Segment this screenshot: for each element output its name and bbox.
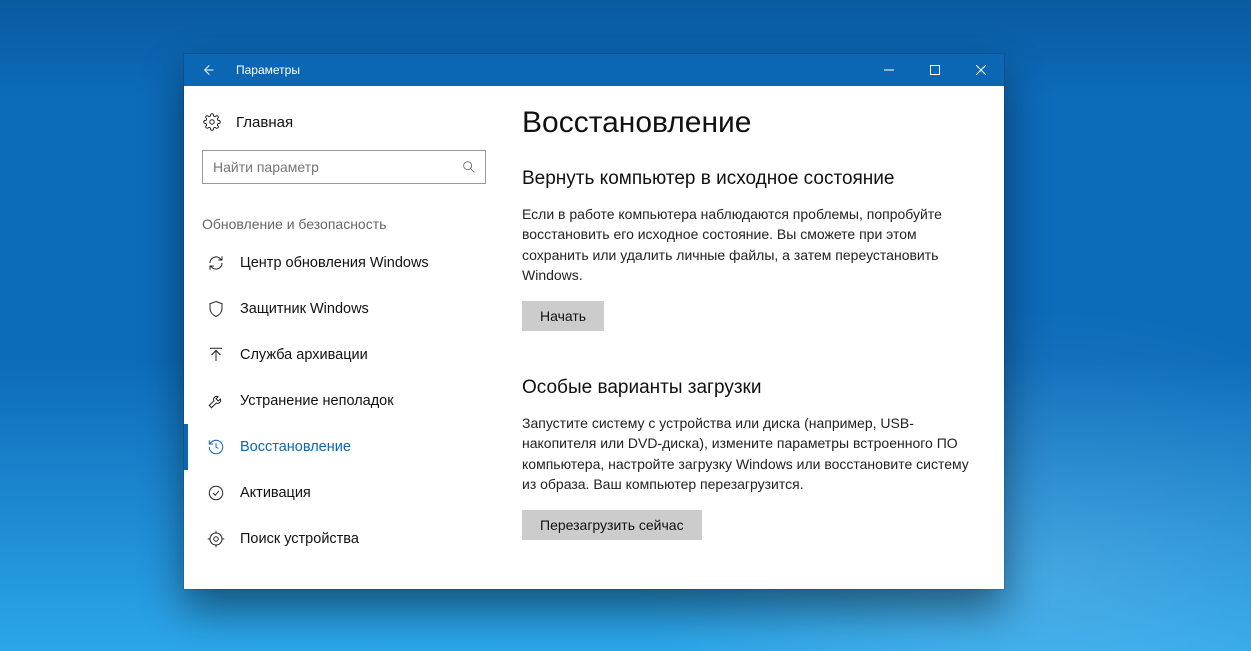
refresh-icon [206, 253, 226, 273]
back-button[interactable] [184, 54, 232, 86]
settings-window: Параметры Главная [184, 54, 1004, 589]
reset-start-button[interactable]: Начать [522, 301, 604, 331]
sidebar-home-label: Главная [236, 114, 293, 131]
close-button[interactable] [958, 54, 1004, 86]
sidebar-item-label: Активация [240, 485, 311, 501]
sidebar-item-find-device[interactable]: Поиск устройства [184, 516, 504, 562]
sidebar-item-recovery[interactable]: Восстановление [184, 424, 504, 470]
section-reset-heading: Вернуть компьютер в исходное состояние [522, 168, 972, 190]
page-title: Восстановление [522, 106, 972, 140]
section-advanced-body: Запустите систему с устройства или диска… [522, 413, 972, 494]
sidebar-home[interactable]: Главная [184, 104, 504, 140]
sidebar: Главная Обновление и безопасность Центр … [184, 86, 504, 589]
sidebar-item-update[interactable]: Центр обновления Windows [184, 240, 504, 286]
sidebar-item-label: Устранение неполадок [240, 393, 394, 409]
gear-icon [202, 112, 222, 132]
search-input-wrapper[interactable] [202, 150, 486, 184]
locate-icon [206, 529, 226, 549]
content-pane: Восстановление Вернуть компьютер в исход… [504, 86, 1004, 589]
wrench-icon [206, 391, 226, 411]
search-icon [461, 159, 477, 175]
sidebar-item-label: Защитник Windows [240, 301, 369, 317]
maximize-button[interactable] [912, 54, 958, 86]
section-advanced-heading: Особые варианты загрузки [522, 377, 972, 399]
window-title: Параметры [232, 63, 300, 77]
search-input[interactable] [213, 159, 461, 175]
section-reset-body: Если в работе компьютера наблюдаются про… [522, 204, 972, 285]
sidebar-item-label: Центр обновления Windows [240, 255, 429, 271]
window-titlebar: Параметры [184, 54, 1004, 86]
sidebar-item-activation[interactable]: Активация [184, 470, 504, 516]
sidebar-item-backup[interactable]: Служба архивации [184, 332, 504, 378]
sidebar-item-label: Поиск устройства [240, 531, 359, 547]
upload-icon [206, 345, 226, 365]
history-icon [206, 437, 226, 457]
sidebar-item-label: Служба архивации [240, 347, 368, 363]
minimize-button[interactable] [866, 54, 912, 86]
sidebar-item-defender[interactable]: Защитник Windows [184, 286, 504, 332]
sidebar-group-title: Обновление и безопасность [184, 190, 504, 240]
check-circle-icon [206, 483, 226, 503]
shield-icon [206, 299, 226, 319]
restart-now-button[interactable]: Перезагрузить сейчас [522, 510, 702, 540]
sidebar-item-troubleshoot[interactable]: Устранение неполадок [184, 378, 504, 424]
sidebar-item-label: Восстановление [240, 439, 351, 455]
